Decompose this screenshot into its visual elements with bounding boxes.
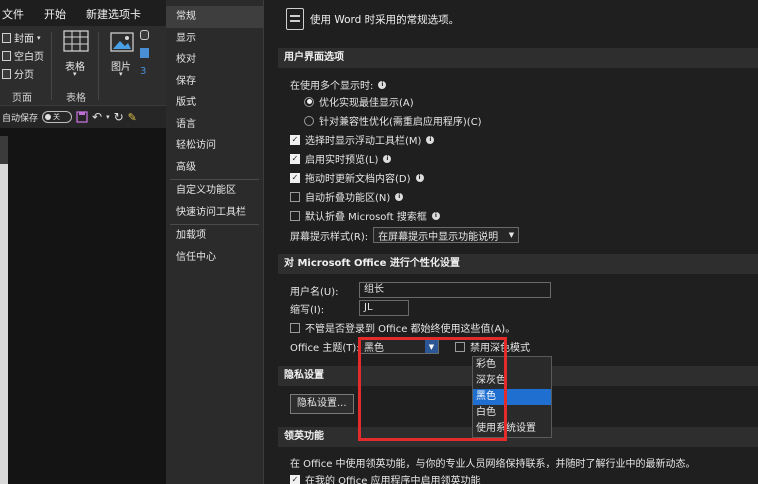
- nav-item-language[interactable]: 语言: [166, 114, 263, 136]
- checkbox[interactable]: ✓: [290, 474, 300, 484]
- check-linkedin[interactable]: ✓ 在我的 Office 应用程序中启用领英功能: [290, 472, 481, 484]
- initials-row: 缩写(I): JL: [290, 300, 409, 316]
- check-live-preview[interactable]: ✓ 启用实时预览(L) i: [290, 151, 392, 166]
- vertical-ruler: [0, 136, 8, 484]
- word-window-background: 文件 开始 新建选项卡 封面 ▾ 空白页 分页 页面 表格 ▾ 表格 图片 ▾ …: [0, 0, 166, 484]
- checkbox[interactable]: [290, 210, 300, 221]
- blank-page-button[interactable]: 空白页: [2, 48, 44, 63]
- nav-item-layout[interactable]: 版式: [166, 92, 263, 114]
- nav-item-quick-access[interactable]: 快速访问工具栏: [166, 202, 263, 224]
- ribbon-body: 封面 ▾ 空白页 分页 页面 表格 ▾ 表格 图片 ▾ 3: [0, 26, 166, 106]
- info-icon: i: [383, 154, 392, 163]
- info-icon: i: [415, 173, 424, 182]
- screentip-label: 屏幕提示样式(R):: [290, 231, 369, 243]
- nav-item-display[interactable]: 显示: [166, 28, 263, 50]
- redo-icon[interactable]: ↻: [114, 110, 124, 124]
- options-nav: 常规 显示 校对 保存 版式 语言 轻松访问 高级 自定义功能区 快速访问工具栏…: [166, 0, 264, 484]
- section-ui-options: 用户界面选项: [278, 48, 758, 68]
- info-icon: i: [426, 135, 435, 144]
- username-row: 用户名(U): 组长: [290, 282, 551, 298]
- chevron-down-icon: ▼: [508, 231, 515, 239]
- 3d-models-button[interactable]: 3: [140, 66, 146, 77]
- chevron-down-icon[interactable]: ▾: [106, 113, 110, 121]
- autosave-toggle[interactable]: 关: [42, 111, 73, 123]
- check-collapse-search[interactable]: 默认折叠 Microsoft 搜索框 i: [290, 208, 440, 223]
- nav-item-addins[interactable]: 加载项: [166, 225, 263, 247]
- format-painter-icon[interactable]: ✎: [128, 111, 137, 124]
- autosave-label: 自动保存: [2, 113, 39, 124]
- page-icon: [2, 32, 11, 43]
- checkbox[interactable]: ✓: [290, 134, 300, 145]
- info-icon: i: [395, 192, 404, 201]
- radio-compatibility[interactable]: 针对兼容性优化(需重启应用程序)(C): [304, 113, 482, 128]
- cover-page-button[interactable]: 封面 ▾: [2, 30, 41, 45]
- save-icon[interactable]: [76, 111, 88, 123]
- page-icon: [2, 50, 11, 61]
- group-separator: [51, 32, 52, 100]
- nav-item-accessibility[interactable]: 轻松访问: [166, 135, 263, 157]
- quick-access-toolbar: 自动保存 关 ↶ ▾ ↻ ✎: [0, 106, 166, 128]
- section-personalize: 对 Microsoft Office 进行个性化设置: [278, 254, 758, 274]
- checkbox[interactable]: ✓: [290, 172, 300, 183]
- ribbon-tab-bar: 文件 开始 新建选项卡: [0, 0, 166, 26]
- nav-item-trust-center[interactable]: 信任中心: [166, 247, 263, 269]
- privacy-settings-button[interactable]: 隐私设置...: [290, 394, 354, 414]
- nav-item-save[interactable]: 保存: [166, 71, 263, 93]
- group-separator: [98, 32, 99, 100]
- picture-button[interactable]: 图片 ▾: [108, 32, 138, 82]
- screentip-row: 屏幕提示样式(R): 在屏幕提示中显示功能说明 ▼: [290, 227, 520, 243]
- shapes-button[interactable]: [140, 30, 149, 40]
- table-button[interactable]: 表格 ▾: [62, 30, 90, 80]
- screentip-select[interactable]: 在屏幕提示中显示功能说明 ▼: [373, 227, 520, 243]
- check-collapse-ribbon[interactable]: 自动折叠功能区(N) i: [290, 189, 404, 204]
- theme-label: Office 主题(T):: [290, 343, 360, 354]
- radio-button[interactable]: [304, 96, 314, 107]
- tab-new[interactable]: 新建选项卡: [86, 6, 141, 22]
- initials-label: 缩写(I):: [290, 304, 325, 316]
- nav-item-proofing[interactable]: 校对: [166, 49, 263, 71]
- page-title: 使用 Word 时采用的常规选项。: [310, 13, 460, 26]
- nav-item-advanced[interactable]: 高级: [166, 157, 263, 179]
- username-input[interactable]: 组长: [359, 282, 551, 298]
- icons-button[interactable]: [140, 48, 149, 58]
- options-content: 使用 Word 时采用的常规选项。 用户界面选项 在使用多个显示时: i 优化实…: [278, 0, 758, 484]
- tab-file[interactable]: 文件: [2, 6, 24, 22]
- page-header: 使用 Word 时采用的常规选项。: [286, 8, 459, 30]
- username-label: 用户名(U):: [290, 286, 339, 298]
- page-break-icon: [2, 68, 11, 79]
- multi-display-row: 在使用多个显示时: i: [290, 77, 387, 92]
- check-update-drag[interactable]: ✓ 拖动时更新文档内容(D) i: [290, 170, 424, 185]
- nav-item-general[interactable]: 常规: [166, 6, 263, 28]
- check-always-use[interactable]: 不管是否登录到 Office 都始终使用这些值(A)。: [290, 320, 515, 335]
- highlight-annotation: [358, 337, 507, 441]
- checkbox[interactable]: ✓: [290, 153, 300, 164]
- undo-icon[interactable]: ↶: [92, 110, 102, 124]
- settings-document-icon: [286, 8, 304, 30]
- tab-home[interactable]: 开始: [44, 6, 66, 22]
- page-break-button[interactable]: 分页: [2, 66, 34, 81]
- info-icon: i: [378, 80, 387, 89]
- multi-display-label: 在使用多个显示时:: [290, 81, 374, 92]
- initials-input[interactable]: JL: [359, 300, 409, 316]
- group-label-pages: 页面: [12, 93, 32, 104]
- radio-best-appearance[interactable]: 优化实现最佳显示(A): [304, 94, 414, 109]
- check-mini-toolbar[interactable]: ✓ 选择时显示浮动工具栏(M) i: [290, 132, 435, 147]
- info-icon: i: [431, 211, 440, 220]
- privacy-row: 隐私设置...: [290, 394, 354, 414]
- checkbox[interactable]: [290, 322, 300, 333]
- linkedin-description: 在 Office 中使用领英功能，与你的专业人员网络保持联系，并随时了解行业中的…: [290, 459, 696, 470]
- group-label-table: 表格: [66, 93, 86, 104]
- checkbox[interactable]: [290, 191, 300, 202]
- radio-button[interactable]: [304, 115, 314, 126]
- table-icon: [63, 30, 89, 52]
- nav-item-customize-ribbon[interactable]: 自定义功能区: [166, 180, 263, 202]
- icons-icon: [140, 48, 149, 58]
- document-area: [0, 128, 166, 484]
- picture-icon: [110, 32, 134, 52]
- shapes-icon: [140, 30, 149, 40]
- ruler-margin: [0, 136, 8, 164]
